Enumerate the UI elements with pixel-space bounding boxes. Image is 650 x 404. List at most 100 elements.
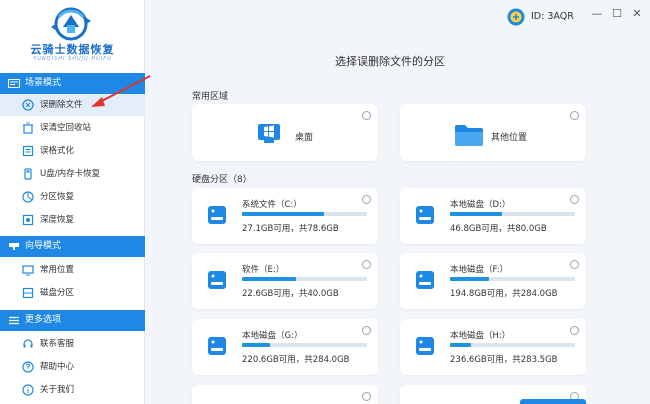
app-name-sub: YUNQISHI SHUJU HUIFU bbox=[33, 56, 112, 62]
trash-file-icon bbox=[22, 99, 34, 111]
nav-item-disk-partition[interactable]: 磁盘分区 bbox=[0, 282, 145, 304]
disk-usage-bar bbox=[242, 343, 367, 347]
nav-item-common-location[interactable]: 常用位置 bbox=[0, 259, 145, 281]
usb-drive-icon bbox=[24, 168, 32, 180]
page-title: 选择误删除文件的分区 bbox=[335, 55, 445, 68]
hard-drive-icon bbox=[416, 271, 434, 289]
disk-usage-bar bbox=[450, 343, 575, 347]
nav-item-label: 常用位置 bbox=[40, 265, 75, 275]
folder-icon bbox=[455, 125, 483, 146]
minimize-button[interactable]: — bbox=[590, 7, 604, 20]
section-title: 场景模式 bbox=[25, 78, 62, 88]
disk-name: 本地磁盘（D:） bbox=[450, 200, 511, 210]
nav-item-label: 误删除文件 bbox=[40, 100, 83, 110]
radio-button[interactable] bbox=[362, 326, 371, 335]
disk-capacity: 220.6GB可用，共284.0GB bbox=[242, 355, 350, 365]
disk-group-label: 硬盘分区（8） bbox=[192, 175, 252, 185]
more-options-icon bbox=[9, 316, 19, 325]
hard-drive-icon bbox=[208, 206, 226, 224]
app-logo-icon bbox=[51, 7, 91, 41]
app-logo: 云骑士数据恢复 YUNQISHI SHUJU HUIFU bbox=[0, 0, 145, 72]
location-card-desktop[interactable]: 桌面 bbox=[192, 104, 378, 161]
disk-usage-fill bbox=[242, 343, 270, 347]
nav-item-recycle-bin[interactable]: 误清空回收站 bbox=[0, 117, 145, 139]
section-more-options[interactable]: 更多选项 bbox=[0, 310, 145, 331]
hard-drive-icon bbox=[208, 271, 226, 289]
radio-button[interactable] bbox=[362, 111, 371, 120]
scene-mode-icon bbox=[8, 79, 20, 88]
disk-usage-bar bbox=[450, 212, 575, 216]
radio-button[interactable] bbox=[570, 326, 579, 335]
format-disk-icon bbox=[22, 145, 34, 157]
nav-item-deep-recovery[interactable]: 深度恢复 bbox=[0, 209, 145, 231]
nav-item-label: 误清空回收站 bbox=[40, 123, 92, 133]
disk-card-d[interactable]: 本地磁盘（D:） 46.8GB可用，共80.0GB bbox=[400, 188, 586, 244]
disk-capacity: 236.6GB可用，共283.5GB bbox=[450, 355, 558, 365]
disk-usage-fill bbox=[450, 343, 471, 347]
deep-scan-icon bbox=[22, 214, 34, 226]
nav-item-label: 联系客服 bbox=[40, 339, 75, 349]
nav-item-label: U盘/内存卡恢复 bbox=[40, 169, 101, 179]
next-button-edge[interactable] bbox=[520, 399, 586, 404]
recycle-bin-icon bbox=[23, 122, 33, 134]
disk-name: 本地磁盘（G:） bbox=[242, 331, 303, 341]
nav-item-about-us[interactable]: 关于我们 bbox=[0, 379, 145, 401]
disk-partition-icon bbox=[22, 287, 34, 299]
maximize-button[interactable]: ☐ bbox=[610, 7, 624, 20]
partition-icon bbox=[22, 191, 34, 203]
customer-service-icon bbox=[23, 339, 33, 348]
section-title: 更多选项 bbox=[25, 315, 62, 325]
nav-item-partition[interactable]: 分区恢复 bbox=[0, 186, 145, 208]
location-card-other[interactable]: 其他位置 bbox=[400, 104, 586, 161]
desktop-windows-icon bbox=[258, 124, 280, 143]
nav-item-format[interactable]: 误格式化 bbox=[0, 140, 145, 162]
hard-drive-icon bbox=[416, 206, 434, 224]
nav-item-customer-service[interactable]: 联系客服 bbox=[0, 333, 145, 355]
disk-name: 系统文件（C:） bbox=[242, 200, 302, 210]
disk-name: 本地磁盘（F:） bbox=[450, 265, 509, 275]
disk-usage-fill bbox=[450, 277, 490, 281]
disk-card-e[interactable]: 软件（E:） 22.6GB可用，共40.0GB bbox=[192, 253, 378, 309]
radio-button[interactable] bbox=[570, 260, 579, 269]
nav-item-label: 磁盘分区 bbox=[40, 288, 75, 298]
radio-button[interactable] bbox=[362, 260, 371, 269]
hard-drive-icon bbox=[416, 337, 434, 355]
radio-button[interactable] bbox=[362, 195, 371, 204]
nav-item-label: 帮助中心 bbox=[40, 362, 75, 372]
disk-name: 本地磁盘（H:） bbox=[450, 331, 511, 341]
disk-card-c[interactable]: 系统文件（C:） 27.1GB可用，共78.6GB bbox=[192, 188, 378, 244]
nav-item-label: 深度恢复 bbox=[40, 215, 75, 225]
disk-capacity: 194.8GB可用，共284.0GB bbox=[450, 289, 558, 299]
radio-button[interactable] bbox=[362, 392, 371, 401]
nav-item-help-center[interactable]: 帮助中心 bbox=[0, 356, 145, 378]
radio-button[interactable] bbox=[570, 195, 579, 204]
user-badge-icon bbox=[507, 8, 525, 26]
disk-name: 软件（E:） bbox=[242, 265, 285, 275]
location-label: 桌面 bbox=[295, 133, 314, 143]
close-button[interactable]: ✕ bbox=[630, 7, 644, 20]
location-label: 其他位置 bbox=[491, 133, 528, 143]
nav-item-label: 关于我们 bbox=[40, 385, 75, 395]
radio-button[interactable] bbox=[570, 111, 579, 120]
disk-usage-bar bbox=[242, 277, 367, 281]
disk-capacity: 22.6GB可用，共40.0GB bbox=[242, 289, 339, 299]
section-wizard-mode[interactable]: 向导模式 bbox=[0, 236, 145, 257]
wizard-mode-icon bbox=[9, 243, 19, 250]
user-id: ID: 3AQR bbox=[531, 11, 574, 22]
disk-card-partial[interactable] bbox=[192, 385, 378, 404]
disk-capacity: 27.1GB可用，共78.6GB bbox=[242, 224, 339, 234]
sidebar: 云骑士数据恢复 YUNQISHI SHUJU HUIFU 场景模式 误删除文件 … bbox=[0, 0, 145, 404]
disk-card-g[interactable]: 本地磁盘（G:） 220.6GB可用，共284.0GB bbox=[192, 319, 378, 375]
nav-item-label: 分区恢复 bbox=[40, 192, 75, 202]
common-location-icon bbox=[22, 265, 34, 276]
nav-item-usb[interactable]: U盘/内存卡恢复 bbox=[0, 163, 145, 185]
disk-usage-fill bbox=[242, 277, 297, 281]
disk-card-f[interactable]: 本地磁盘（F:） 194.8GB可用，共284.0GB bbox=[400, 253, 586, 309]
disk-capacity: 46.8GB可用，共80.0GB bbox=[450, 224, 547, 234]
hard-drive-icon bbox=[208, 337, 226, 355]
app-name: 云骑士数据恢复 bbox=[30, 43, 115, 56]
disk-usage-fill bbox=[450, 212, 502, 216]
section-title: 向导模式 bbox=[25, 241, 62, 251]
common-area-label: 常用区域 bbox=[192, 92, 229, 102]
disk-card-h[interactable]: 本地磁盘（H:） 236.6GB可用，共283.5GB bbox=[400, 319, 586, 375]
